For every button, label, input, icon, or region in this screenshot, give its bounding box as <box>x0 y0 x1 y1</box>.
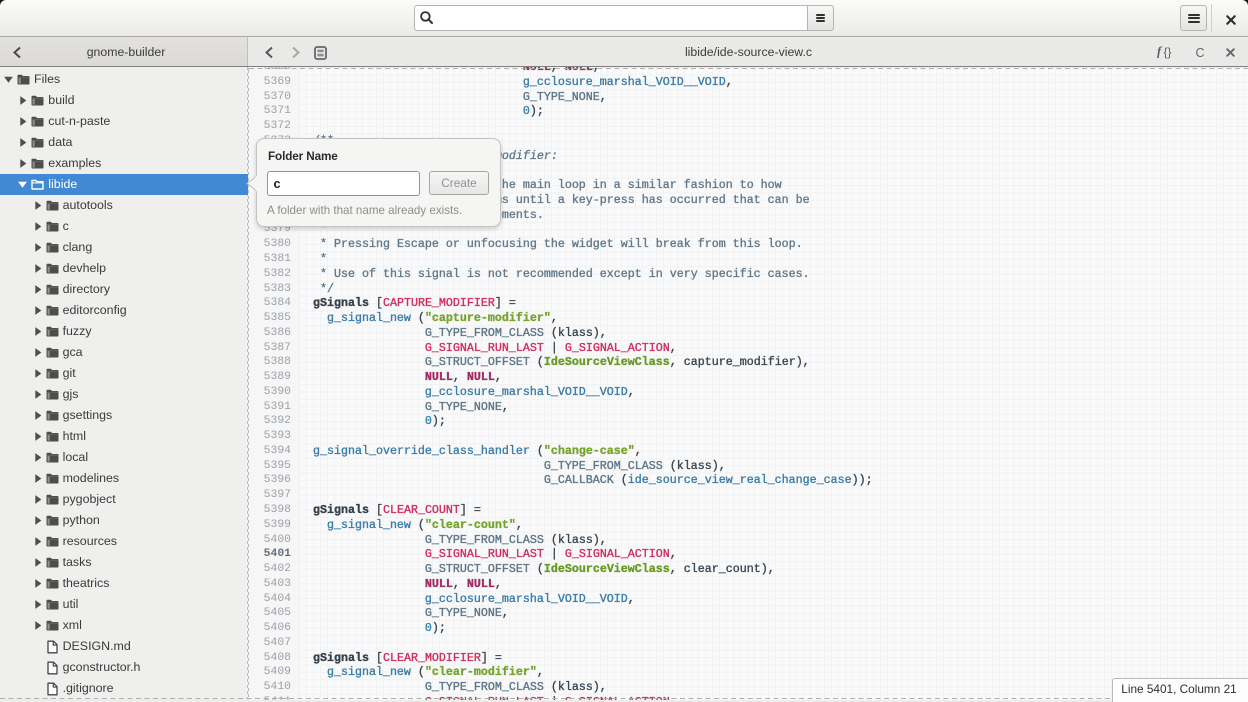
svg-text:{}: {} <box>1163 45 1171 59</box>
svg-text:f: f <box>1157 45 1163 59</box>
